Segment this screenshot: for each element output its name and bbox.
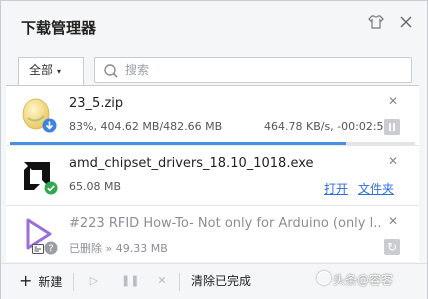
download-arrow-badge [42, 118, 57, 137]
status-text: 已删除 » 49.33 MB [69, 242, 168, 255]
download-manager-window: 下载管理器 全部 ▾ 搜索 23_5.zip 83%, 404.62 MB/48… [0, 0, 428, 299]
tshirt-icon-graphic [368, 15, 384, 29]
watermark-logo-icon [317, 271, 331, 285]
download-item-amd-chipset[interactable]: amd_chipset_drivers_18.10_1018.exe 65.08… [6, 146, 419, 206]
open-folder-link[interactable]: 文件夹 [358, 180, 394, 197]
open-file-link[interactable]: 打开 [324, 180, 348, 197]
close-icon[interactable] [397, 13, 415, 31]
search-input[interactable] [125, 61, 395, 79]
plus-icon: + [19, 271, 33, 290]
chevron-down-icon: ▾ [57, 67, 62, 76]
new-label: 新建 [38, 275, 63, 289]
pause-icon[interactable] [384, 119, 400, 135]
speed-text: 464.78 KB/s, -00:02:51 [264, 120, 391, 133]
zip-file-icon [18, 96, 58, 136]
watermark-text: 头条@容客 [333, 273, 394, 287]
delete-icon[interactable]: ✕ [155, 270, 169, 292]
video-file-icon: ? [18, 216, 58, 256]
divider [73, 273, 74, 291]
tshirt-icon[interactable] [367, 13, 385, 31]
download-list: 23_5.zip 83%, 404.62 MB/482.66 MB 464.78… [6, 85, 419, 262]
progress-bar-fill [10, 142, 347, 145]
filter-label: 全部 [29, 63, 54, 77]
file-name: amd_chipset_drivers_18.10_1018.exe [69, 156, 314, 171]
clear-completed-button[interactable]: 清除已完成 [191, 270, 251, 292]
close-icon-graphic [400, 16, 412, 28]
retry-icon[interactable]: ↻ [384, 239, 400, 255]
file-name: #223 RFID How-To- Not only for Arduino (… [69, 216, 381, 231]
svg-text:?: ? [48, 244, 53, 255]
pause-all-icon[interactable]: ❚❚ [121, 270, 139, 292]
title-bar: 下载管理器 [1, 1, 427, 51]
start-icon[interactable]: ▷ [87, 270, 101, 292]
download-item-rfid-video[interactable]: ? #223 RFID How-To- Not only for Arduino… [6, 206, 419, 262]
file-type-badge [32, 240, 44, 259]
remove-icon[interactable]: ✕ [387, 95, 399, 107]
filter-dropdown[interactable]: 全部 ▾ [18, 57, 84, 85]
remove-icon[interactable]: ✕ [387, 155, 399, 167]
amd-exe-icon [18, 156, 58, 196]
question-badge: ? [44, 240, 58, 259]
progress-text: 83%, 404.62 MB/482.66 MB [69, 120, 223, 133]
download-item-23-5-zip[interactable]: 23_5.zip 83%, 404.62 MB/482.66 MB 464.78… [6, 86, 419, 146]
new-download-button[interactable]: + 新建 [19, 270, 62, 292]
search-box[interactable] [94, 57, 412, 83]
window-title: 下载管理器 [21, 19, 97, 37]
file-name: 23_5.zip [69, 96, 124, 111]
remove-icon[interactable]: ✕ [387, 215, 399, 227]
file-size: 65.08 MB [69, 180, 122, 193]
search-icon [103, 63, 119, 79]
check-badge [44, 180, 58, 199]
progress-bar [10, 142, 415, 145]
divider [179, 273, 180, 291]
